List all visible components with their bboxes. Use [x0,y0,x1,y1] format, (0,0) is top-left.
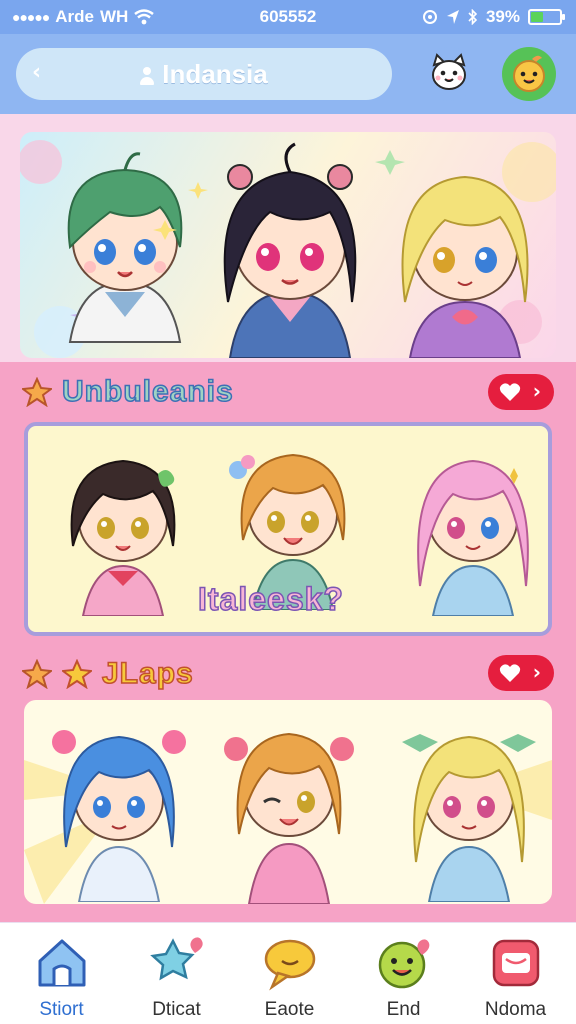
favorite-button[interactable]: › [488,655,554,691]
chibi-character-orange-hair-winking [224,732,354,904]
search-bar[interactable]: ‹ Indansia [16,48,392,100]
chibi-character-green-hair [67,152,183,343]
chibi-character-blonde-hair [401,175,529,358]
sticker-panel[interactable] [24,700,552,904]
speech-bubble-icon [264,939,315,991]
chibi-character-dark-hair [70,459,176,616]
star-chat-icon [149,937,203,981]
sticker-caption: Italeesk? [197,580,344,618]
hero-illustration[interactable] [20,132,556,358]
nav-label: Ndoma [484,999,547,1020]
smiley-icon [378,939,429,989]
chibi-character-pink-hair [417,459,529,616]
hero-banner [0,114,576,362]
star-sparkle-icon [22,659,52,689]
nav-item-eaote[interactable]: Eaote [232,929,347,1021]
chick-profile-button[interactable] [502,47,556,101]
chick-face-icon [513,55,545,92]
star-icon [62,659,92,689]
nav-label: End [386,999,421,1020]
battery-icon [528,9,565,25]
favorite-button[interactable]: › [488,374,554,410]
cat-profile-button[interactable] [422,47,476,101]
battery-percent: 39% [485,7,520,26]
person-icon [140,67,155,85]
bottom-nav: Stiort Dticat Eaote End Ndoma [0,922,576,1024]
heart-icon [499,664,521,682]
nav-label: Stiort [39,999,84,1020]
nav-item-start[interactable]: Stiort [4,929,119,1021]
nav-label: Dticat [152,999,201,1020]
chevron-right-icon: › [532,379,541,403]
cat-face-icon [432,53,466,90]
location-arrow-icon [446,10,459,24]
battery-level [531,12,543,22]
section-header: JLaps [22,652,194,696]
message-box-icon [492,939,539,987]
nav-item-ndoma[interactable]: Ndoma [458,929,573,1021]
nav-label: Eaote [264,999,315,1020]
section-title: Unbuleanis [61,374,234,409]
bluetooth-icon [468,9,478,25]
home-icon [38,939,85,987]
heart-icon [499,383,521,401]
alarm-icon [422,10,437,24]
sticker-panel[interactable]: Italeesk? [24,422,552,636]
star-sparkle-icon [22,377,52,407]
app-header: ‹ Indansia [0,34,576,114]
search-label: Indansia [162,59,268,89]
chibi-character-blue-hair [52,730,186,902]
status-bar: ●●●●● Arde WH 605552 39% [0,0,576,34]
nav-item-chat[interactable]: Dticat [119,929,234,1021]
nav-item-end[interactable]: End [346,929,461,1021]
chevron-right-icon: › [532,660,541,684]
section-title: JLaps [101,656,194,691]
section-header: Unbuleanis [22,370,234,414]
chibi-character-blonde-bows [402,734,536,902]
chibi-character-black-hair [223,142,357,358]
